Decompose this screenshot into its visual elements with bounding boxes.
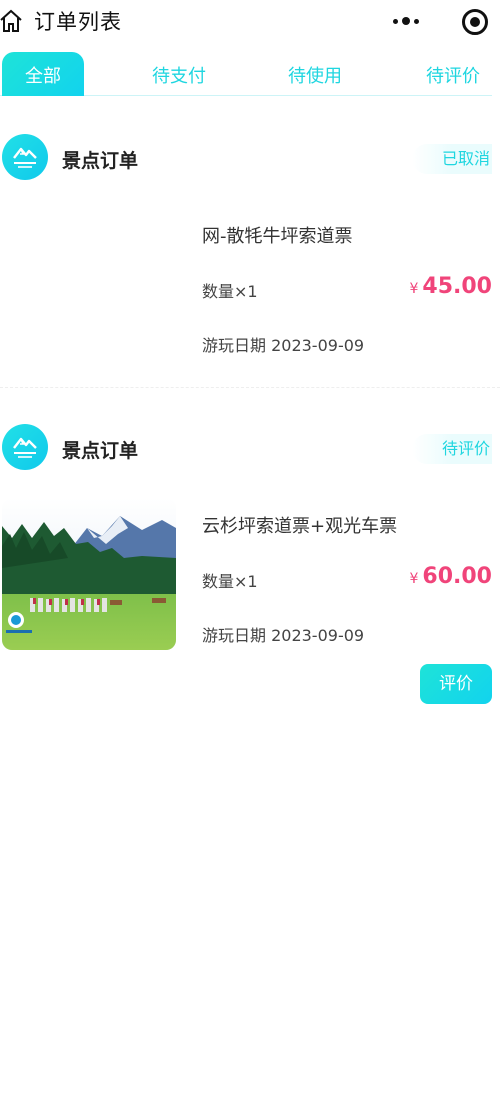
mountain-logo-icon [2,134,48,180]
quantity-text: 数量×1 [202,282,258,301]
price: ¥45.00 [409,274,492,299]
status-badge: 待评价 [411,434,492,464]
more-dots-icon[interactable] [388,11,424,31]
price: ¥60.00 [409,564,492,589]
home-icon[interactable] [0,9,22,33]
quantity-text: 数量×1 [202,572,258,591]
order-card[interactable]: 景点订单 待评价 云杉坪索道票+观光车票 数量×1 ¥ 60.00 游玩日期 2… [0,414,500,714]
order-card[interactable]: 景点订单 已取消 网-散牦牛坪索道票 数量×1 ¥45.00 游玩日期 2023… [0,124,500,388]
product-thumbnail[interactable] [2,498,176,650]
product-name: 云杉坪索道票+观光车票 [202,516,398,537]
visit-date: 游玩日期 2023-09-09 [202,626,365,645]
shop-name: 景点订单 [62,440,139,462]
price-value: 60.00 [422,564,492,589]
order-card-header: 景点订单 待评价 [0,424,500,474]
order-card-header: 景点订单 已取消 [0,134,500,184]
review-button[interactable]: 评价 [420,664,492,704]
visit-date: 游玩日期 2023-09-09 [202,336,365,355]
tab-all[interactable]: 全部 [2,52,84,96]
tab-pending-review[interactable]: 待评价 [412,52,494,96]
tab-pending-payment[interactable]: 待支付 [138,52,220,96]
page-title: 订单列表 [34,10,122,34]
currency-symbol: ¥ [409,281,419,297]
status-badge: 已取消 [411,144,492,174]
mountain-logo-icon [2,424,48,470]
tab-pending-use[interactable]: 待使用 [274,52,356,96]
mini-program-capsule [388,5,488,37]
currency-symbol: ¥ [409,571,419,587]
order-status-tabs: 全部 待支付 待使用 待评价 [0,52,492,96]
product-name: 网-散牦牛坪索道票 [202,226,353,247]
price-value: 45.00 [422,274,492,299]
top-navigation-bar: 订单列表 [0,0,500,44]
shop-name: 景点订单 [62,150,139,172]
target-icon[interactable] [462,9,488,35]
